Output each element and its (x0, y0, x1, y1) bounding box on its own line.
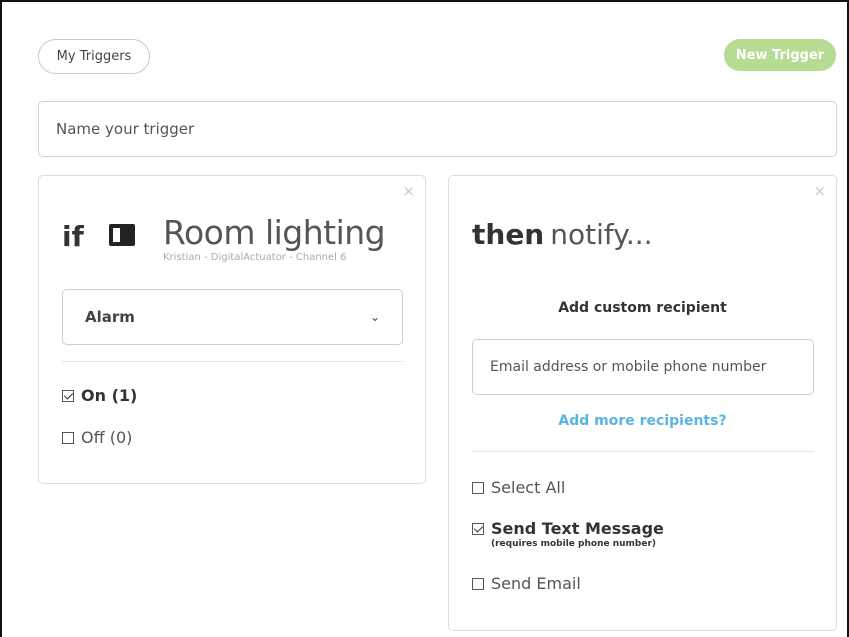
event-select-value: Alarm (85, 308, 135, 326)
action-option-label: Send Email (491, 574, 581, 593)
condition-option-label: On (1) (81, 386, 138, 405)
if-label: if (62, 220, 84, 253)
action-card: × thennotify... Add custom recipient Add… (448, 175, 837, 631)
checkbox-unchecked[interactable] (62, 432, 74, 444)
divider (62, 361, 403, 362)
device-icon (109, 224, 135, 246)
condition-option-off[interactable]: Off (0) (62, 428, 132, 447)
recipient-input[interactable] (472, 339, 814, 395)
send-email-option[interactable]: Send Email (472, 574, 581, 593)
condition-option-label: Off (0) (81, 428, 133, 447)
condition-card: × if Room lighting Kristian - DigitalAct… (38, 175, 426, 484)
trigger-name-input[interactable] (38, 101, 837, 157)
checkbox-checked[interactable] (62, 390, 74, 402)
chevron-down-icon: ⌄ (369, 310, 380, 324)
notify-label: notify... (550, 218, 653, 251)
action-option-label: Send Text Message (491, 519, 664, 538)
add-more-recipients-link[interactable]: Add more recipients? (449, 413, 836, 429)
close-icon[interactable]: × (813, 182, 826, 200)
condition-option-on[interactable]: On (1) (62, 386, 137, 405)
select-all-option[interactable]: Select All (472, 478, 565, 497)
send-text-option[interactable]: Send Text Message (requires mobile phone… (472, 519, 664, 549)
divider (472, 451, 814, 452)
device-subtitle: Kristian - DigitalActuator - Channel 6 (163, 252, 347, 263)
checkbox-unchecked[interactable] (472, 578, 484, 590)
checkbox-unchecked[interactable] (472, 482, 484, 494)
close-icon[interactable]: × (402, 182, 415, 200)
then-label: then (472, 218, 545, 251)
action-option-label: Select All (491, 478, 566, 497)
requirement-note: (requires mobile phone number) (491, 539, 657, 549)
my-triggers-button[interactable]: My Triggers (38, 39, 150, 74)
new-trigger-button[interactable]: New Trigger (724, 39, 836, 71)
send-text-block: Send Text Message (requires mobile phone… (491, 519, 664, 549)
action-heading: then notify... (472, 218, 653, 251)
event-select[interactable]: Alarm ⌄ (62, 289, 403, 345)
checkbox-checked[interactable] (472, 523, 484, 535)
add-custom-recipient-label: Add custom recipient (558, 300, 727, 316)
device-name: Room lighting (163, 213, 386, 252)
